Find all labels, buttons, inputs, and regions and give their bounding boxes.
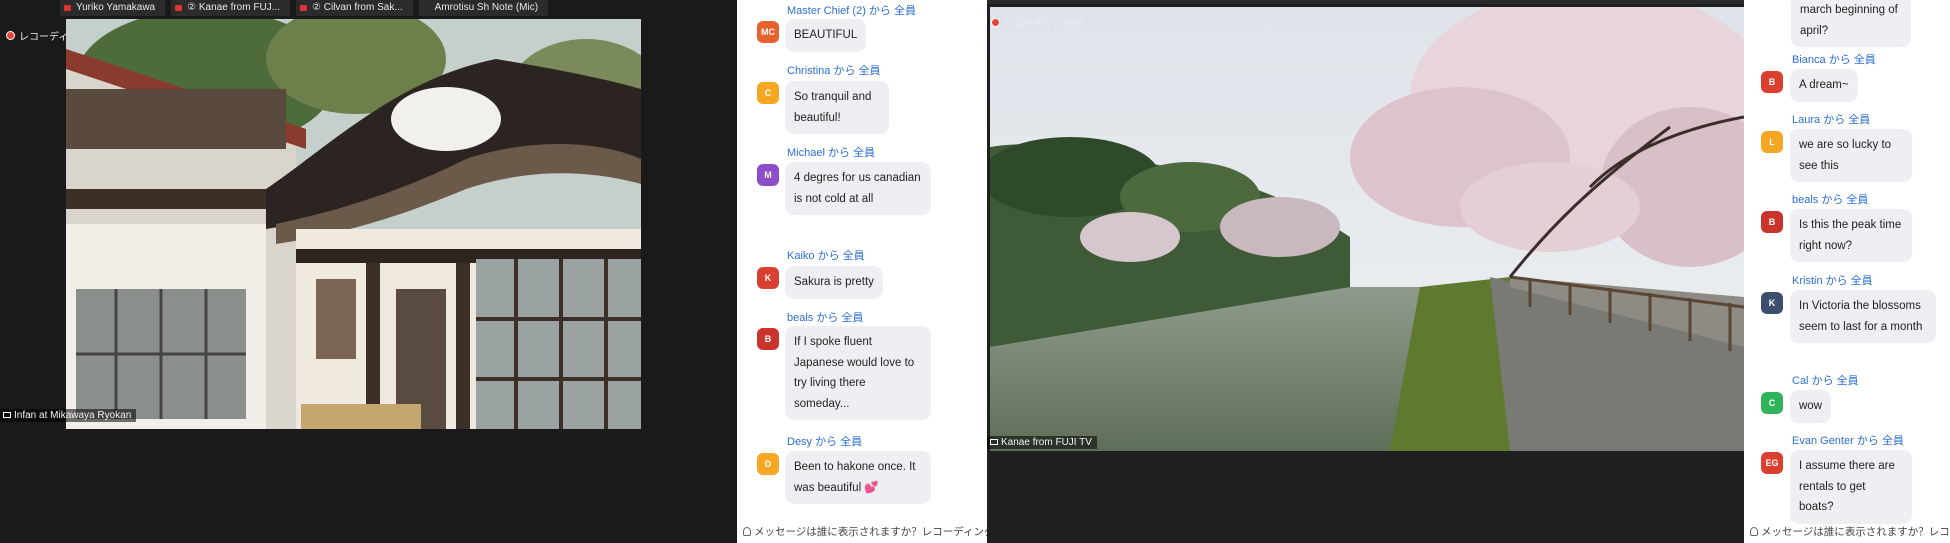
chat-sender: Cal から 全員 xyxy=(1792,375,1859,387)
chat-sender: Evan Genter から 全員 xyxy=(1792,435,1904,447)
participant-tab[interactable]: ② Cilvan from Sak... xyxy=(296,0,413,16)
avatar: EG xyxy=(1761,452,1783,474)
chat-bubble: march beginning of april? xyxy=(1791,0,1911,47)
camera-icon xyxy=(990,439,998,446)
avatar: B xyxy=(1761,71,1783,93)
moat-video-feed xyxy=(990,7,1744,451)
chat-visibility-note[interactable]: メッセージは誰に表示されますか？レコーディ... xyxy=(1750,524,1950,539)
participant-name-tag: Kanae from FUJI TV xyxy=(987,436,1097,449)
mic-icon xyxy=(64,5,71,11)
chat-bubble: Is this the peak time right now? xyxy=(1790,209,1912,262)
chat-bubble: A dream~ xyxy=(1790,69,1858,102)
avatar: B xyxy=(757,328,779,350)
avatar: M xyxy=(757,164,779,186)
avatar: L xyxy=(1761,131,1783,153)
mic-icon xyxy=(300,5,308,11)
cherry-blossom-moat-image xyxy=(990,7,1744,451)
middle-video-panel: レコーディング中 Kanae from FUJI TV xyxy=(987,0,1744,543)
person-icon xyxy=(743,527,751,536)
participant-tab[interactable]: ② Kanae from FUJ... xyxy=(171,0,291,16)
ryokan-video-feed xyxy=(66,19,641,429)
avatar: MC xyxy=(757,21,779,43)
camera-icon xyxy=(3,412,11,419)
chat-bubble: we are so lucky to see this xyxy=(1790,129,1912,182)
participant-strip: Yuriko Yamakawa ② Kanae from FUJ... ② Ci… xyxy=(60,0,549,16)
chat-sender: Desy から 全員 xyxy=(787,436,863,448)
chat-sender: Kristin から 全員 xyxy=(1792,275,1873,287)
chat-sender: Michael から 全員 xyxy=(787,147,876,159)
recording-indicator: レコーディング中 xyxy=(991,15,1083,30)
chat-bubble: Been to hakone once. It was beautiful 💕 xyxy=(785,451,931,504)
avatar: C xyxy=(757,82,779,104)
avatar: D xyxy=(757,453,779,475)
chat-panel-left[interactable]: Master Chief (2) から 全員 MC BEAUTIFUL Chri… xyxy=(737,0,987,543)
chat-sender: beals から 全員 xyxy=(787,312,864,324)
chat-sender: Bianca から 全員 xyxy=(1792,54,1876,66)
chat-bubble: In Victoria the blossoms seem to last fo… xyxy=(1790,290,1936,343)
avatar: C xyxy=(1761,392,1783,414)
top-bar xyxy=(987,0,1744,4)
participant-tab[interactable]: Amrotisu Sh Note (Mic) xyxy=(418,0,549,16)
record-icon xyxy=(6,31,15,40)
chat-sender: Master Chief (2) から 全員 xyxy=(787,5,916,17)
chat-sender: Kaiko から 全員 xyxy=(787,250,865,262)
mic-icon xyxy=(175,5,183,11)
screen: Yuriko Yamakawa ② Kanae from FUJ... ② Ci… xyxy=(0,0,1950,543)
chat-sender: beals から 全員 xyxy=(1792,194,1869,206)
avatar: B xyxy=(1761,211,1783,233)
chat-bubble: So tranquil and beautiful! xyxy=(785,81,889,134)
chat-bubble: I assume there are rentals to get boats? xyxy=(1790,450,1912,524)
avatar: K xyxy=(1761,292,1783,314)
chat-panel-right[interactable]: march beginning of april? Bianca から 全員 B… xyxy=(1744,0,1950,543)
left-video-panel: Yuriko Yamakawa ② Kanae from FUJ... ② Ci… xyxy=(0,0,737,543)
chat-bubble: If I spoke fluent Japanese would love to… xyxy=(785,326,931,420)
participant-tab[interactable]: Yuriko Yamakawa xyxy=(60,0,166,16)
chat-bubble: 4 degres for us canadian is not cold at … xyxy=(785,162,931,215)
chat-bubble: wow xyxy=(1790,390,1832,423)
person-icon xyxy=(1750,527,1758,536)
participant-name-tag: Infan at Mikawaya Ryokan xyxy=(0,409,137,422)
record-icon xyxy=(991,18,1000,27)
chat-bubble: Sakura is pretty xyxy=(785,266,883,299)
chat-sender: Christina から 全員 xyxy=(787,65,881,77)
avatar: K xyxy=(757,267,779,289)
chat-sender: Laura から 全員 xyxy=(1792,114,1871,126)
chat-visibility-note[interactable]: メッセージは誰に表示されますか？レコーディングが... xyxy=(743,524,987,539)
chat-bubble: BEAUTIFUL xyxy=(785,19,867,52)
ryokan-scene-image xyxy=(66,19,641,429)
